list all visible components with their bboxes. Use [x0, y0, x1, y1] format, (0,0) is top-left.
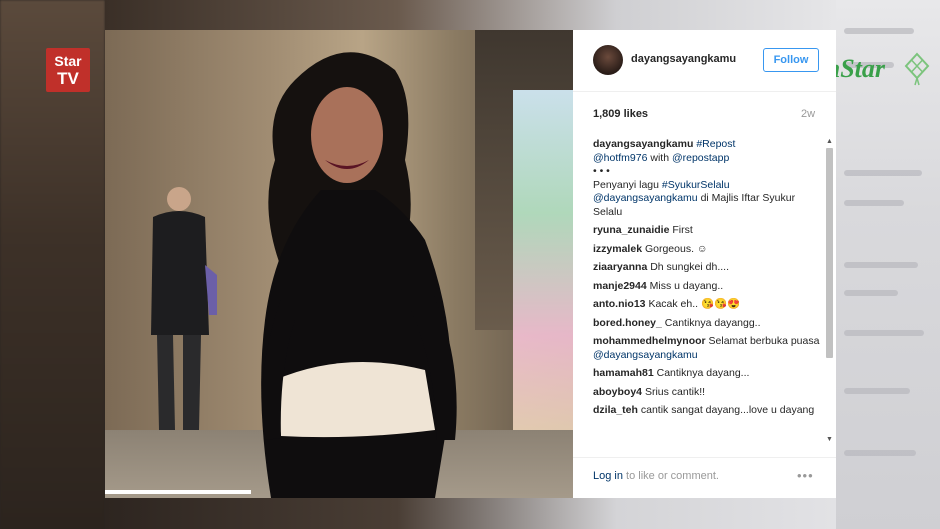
comment-username[interactable]: izzymalek	[593, 243, 642, 255]
caption-mention-repostapp[interactable]: @repostapp	[672, 152, 729, 164]
list-item: manje2944 Miss u dayang..	[593, 280, 823, 294]
follow-button[interactable]: Follow	[763, 48, 819, 72]
scroll-up-arrow-icon[interactable]: ▲	[826, 138, 833, 145]
caption-dots: • • •	[593, 165, 610, 177]
scroll-down-arrow-icon[interactable]: ▼	[826, 436, 833, 443]
ketupat-icon	[904, 52, 930, 86]
post-username[interactable]: dayangsayangkamu	[631, 53, 736, 65]
post-header: dayangsayangkamu Follow	[573, 30, 836, 92]
comment-text: Selamat berbuka puasa	[708, 335, 820, 347]
comment-username[interactable]: dzila_teh	[593, 404, 638, 416]
comment-text: Cantiknya dayangg..	[664, 316, 761, 329]
comment-text: Srius cantik!!	[644, 385, 706, 398]
caption-hashtag-repost[interactable]: #Repost	[696, 138, 735, 150]
list-item: izzymalek Gorgeous. ☺	[593, 243, 823, 257]
comment-username[interactable]: bored.honey_	[593, 317, 662, 329]
comment-text: Miss u dayang..	[649, 279, 724, 292]
comments-scrollbar[interactable]: ▲ ▼	[825, 138, 834, 446]
list-item: ryuna_zunaidie First	[593, 224, 823, 238]
comment-username[interactable]: aboyboy4	[593, 386, 642, 398]
comments-list[interactable]: dayangsayangkamu #Repost @hotfm976 with …	[593, 138, 823, 446]
caption-mention[interactable]: @dayangsayangkamu	[593, 192, 698, 204]
comment-username[interactable]: ryuna_zunaidie	[593, 224, 669, 236]
caption-text: with	[647, 151, 672, 164]
caption-hashtag[interactable]: #SyukurSelalu	[662, 179, 730, 191]
list-item: mohammedhelmynoor Selamat berbuka puasa …	[593, 335, 823, 362]
post-photo[interactable]	[105, 30, 573, 498]
comment-username[interactable]: manje2944	[593, 280, 647, 292]
comment-username[interactable]: anto.nio13	[593, 298, 646, 310]
comment-text: Kacak eh.. 😘😘😍	[648, 298, 741, 310]
caption-username[interactable]: dayangsayangkamu	[593, 138, 693, 150]
comment-text: Dh sungkei dh....	[650, 261, 729, 273]
more-options-icon[interactable]: •••	[797, 468, 814, 483]
comment-username[interactable]: hamamah81	[593, 367, 654, 379]
comment-mention[interactable]: @dayangsayangkamu	[593, 349, 698, 361]
background-top-blur	[105, 0, 836, 30]
background-bottom-blur	[105, 498, 836, 529]
instagram-post-panel: dayangsayangkamu Follow 1,809 likes 2w d…	[573, 30, 836, 498]
caption: dayangsayangkamu #Repost @hotfm976 with …	[593, 138, 823, 219]
scrollbar-thumb[interactable]	[826, 148, 833, 358]
login-prompt: Log in to like or comment.	[593, 470, 719, 482]
list-item: anto.nio13 Kacak eh.. 😘😘😍	[593, 298, 823, 312]
list-item: bored.honey_ Cantiknya dayangg..	[593, 317, 823, 331]
list-item: ziaaryanna Dh sungkei dh....	[593, 261, 823, 275]
video-progress-bar[interactable]	[105, 490, 251, 494]
avatar[interactable]	[593, 45, 623, 75]
photo-subject-woman	[261, 52, 457, 498]
likes-count[interactable]: 1,809 likes	[593, 108, 648, 120]
comment-text: cantik sangat dayang...love u dayang	[640, 404, 815, 416]
login-text: to like or comment.	[622, 470, 719, 482]
startv-logo: Star TV	[46, 48, 90, 92]
comment-text: Cantiknya dayang...	[656, 367, 750, 379]
caption-mention-hotfm[interactable]: @hotfm976	[593, 152, 647, 164]
list-item: dzila_teh cantik sangat dayang...love u …	[593, 404, 823, 418]
comment-username[interactable]: ziaaryanna	[593, 261, 647, 273]
comment-text: First	[672, 224, 693, 236]
post-footer: Log in to like or comment. •••	[573, 457, 836, 499]
caption-text-line: Penyanyi lagu	[593, 178, 662, 191]
list-item: aboyboy4 Srius cantik!!	[593, 386, 823, 400]
post-age[interactable]: 2w	[801, 108, 815, 120]
startv-logo-line1: Star	[54, 53, 82, 69]
comment-text: Gorgeous. ☺	[644, 242, 708, 255]
list-item: hamamah81 Cantiknya dayang...	[593, 367, 823, 381]
login-link[interactable]: Log in	[593, 470, 623, 482]
photo-background-person	[151, 187, 217, 430]
startv-logo-line2: TV	[57, 69, 79, 88]
comment-username[interactable]: mohammedhelmynoor	[593, 335, 706, 347]
